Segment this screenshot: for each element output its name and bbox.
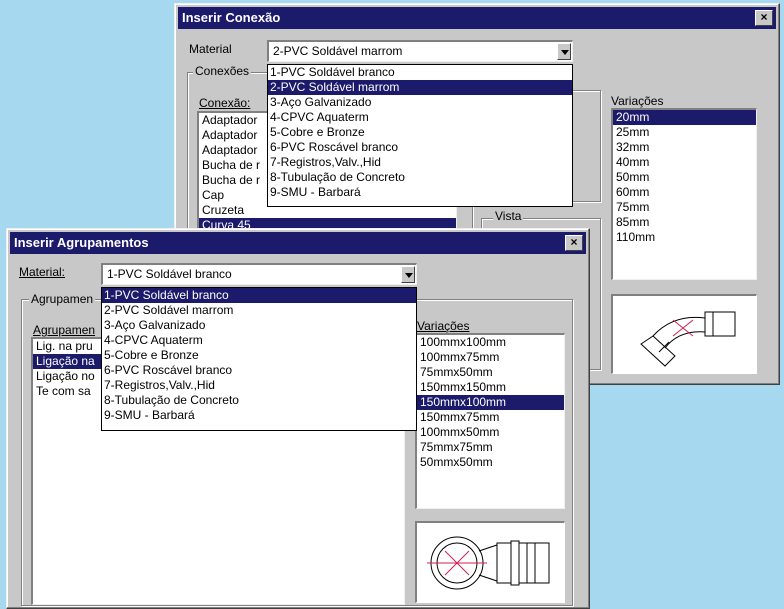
dropdown-option[interactable]: 9-SMU - Barbará — [268, 185, 572, 200]
dropdown-option[interactable]: 5-Cobre e Bronze — [102, 348, 416, 363]
agrupamentos-preview — [415, 521, 565, 603]
list-item[interactable]: 40mm — [613, 155, 756, 170]
dropdown-option[interactable]: 8-Tubulação de Concreto — [268, 170, 572, 185]
dropdown-option[interactable]: 1-PVC Soldável branco — [268, 65, 572, 80]
agrupamentos-titlebar[interactable]: Inserir Agrupamentos × — [10, 232, 586, 254]
dropdown-option[interactable]: 4-CPVC Aquaterm — [268, 110, 572, 125]
dropdown-option[interactable]: 6-PVC Roscável branco — [102, 363, 416, 378]
list-item-selected[interactable]: 150mmx100mm — [417, 395, 564, 410]
agrupamentos-close-button[interactable]: × — [565, 235, 583, 251]
agrupamentos-list-label: Agrupamen — [33, 323, 96, 337]
conexoes-group-label: Conexões — [193, 64, 252, 78]
agrupamentos-variacoes-label: Variações — [417, 319, 470, 333]
dropdown-option[interactable]: 7-Registros,Valv.,Hid — [102, 378, 416, 393]
list-item[interactable]: 25mm — [613, 125, 756, 140]
list-item[interactable]: 50mm — [613, 170, 756, 185]
list-item[interactable]: 32mm — [613, 140, 756, 155]
vista-group-label: Vista — [493, 209, 524, 223]
conexao-material-select[interactable]: 2-PVC Soldável marrom — [267, 40, 573, 62]
agrupamentos-group-label: Agrupamen — [29, 292, 96, 306]
conexao-material-value: 2-PVC Soldável marrom — [273, 44, 403, 58]
list-item[interactable]: 75mmx75mm — [417, 440, 564, 455]
conexao-variacoes-listbox[interactable]: 20mm 25mm 32mm 40mm 50mm 60mm 75mm 85mm … — [611, 108, 757, 280]
inserir-agrupamentos-window: Inserir Agrupamentos × Material: 1-PVC S… — [6, 228, 590, 609]
dropdown-option[interactable]: 9-SMU - Barbará — [102, 408, 416, 423]
dropdown-option[interactable]: 5-Cobre e Bronze — [268, 125, 572, 140]
list-item-selected[interactable]: 20mm — [613, 110, 756, 125]
chevron-down-icon[interactable] — [557, 43, 571, 60]
conexao-close-button[interactable]: × — [755, 10, 773, 26]
dropdown-option[interactable]: 4-CPVC Aquaterm — [102, 333, 416, 348]
list-item[interactable]: 60mm — [613, 185, 756, 200]
conexao-title: Inserir Conexão — [182, 10, 281, 25]
dropdown-option[interactable]: 7-Registros,Valv.,Hid — [268, 155, 572, 170]
agrupamentos-material-label: Material: — [19, 265, 66, 279]
grouped-fitting-icon — [427, 536, 550, 590]
curve-fitting-icon — [640, 311, 736, 367]
agrupamentos-variacoes-listbox[interactable]: 100mmx100mm 100mmx75mm 75mmx50mm 150mmx1… — [415, 333, 565, 509]
dropdown-option-selected[interactable]: 2-PVC Soldável marrom — [268, 80, 572, 95]
agrupamentos-material-select[interactable]: 1-PVC Soldável branco — [101, 263, 417, 285]
list-item[interactable]: 110mm — [613, 230, 756, 245]
conexao-material-dropdown[interactable]: 1-PVC Soldável branco 2-PVC Soldável mar… — [267, 64, 573, 207]
list-item[interactable]: 100mmx75mm — [417, 350, 564, 365]
conexao-preview — [611, 294, 757, 374]
list-item[interactable]: 75mm — [613, 200, 756, 215]
list-item[interactable]: 100mmx100mm — [417, 335, 564, 350]
agrupamentos-title: Inserir Agrupamentos — [14, 235, 149, 250]
list-item[interactable]: 150mmx150mm — [417, 380, 564, 395]
list-item[interactable]: 100mmx50mm — [417, 425, 564, 440]
dropdown-option[interactable]: 3-Aço Galvanizado — [268, 95, 572, 110]
conexao-titlebar[interactable]: Inserir Conexão × — [178, 7, 776, 29]
list-item[interactable]: 85mm — [613, 215, 756, 230]
conexao-list-label: Conexão: — [199, 96, 251, 110]
dropdown-option[interactable]: 6-PVC Roscável branco — [268, 140, 572, 155]
list-item[interactable]: 75mmx50mm — [417, 365, 564, 380]
agrupamentos-material-dropdown[interactable]: 1-PVC Soldável branco 2-PVC Soldável mar… — [101, 287, 417, 431]
conexao-material-label: Material — [189, 42, 232, 56]
dropdown-option[interactable]: 3-Aço Galvanizado — [102, 318, 416, 333]
dropdown-option[interactable]: 8-Tubulação de Concreto — [102, 393, 416, 408]
conexao-variacoes-label: Variações — [611, 94, 664, 108]
chevron-down-icon[interactable] — [401, 266, 415, 283]
list-item[interactable]: 150mmx75mm — [417, 410, 564, 425]
agrupamentos-material-value: 1-PVC Soldável branco — [107, 267, 232, 281]
list-item[interactable]: 50mmx50mm — [417, 455, 564, 470]
dropdown-option-selected[interactable]: 1-PVC Soldável branco — [102, 288, 416, 303]
dropdown-option[interactable]: 2-PVC Soldável marrom — [102, 303, 416, 318]
